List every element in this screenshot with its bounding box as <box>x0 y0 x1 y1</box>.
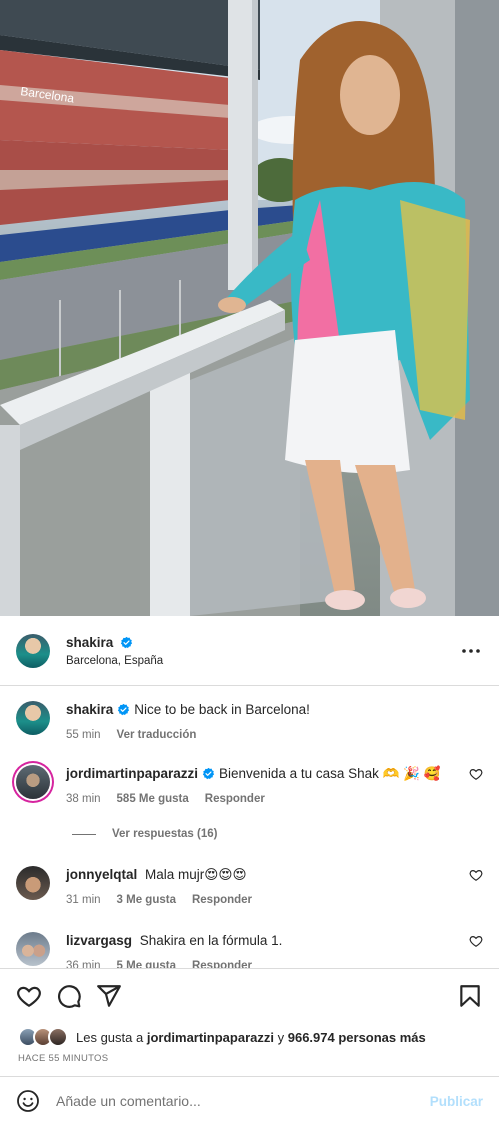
comment-avatar[interactable] <box>16 765 50 799</box>
caption-avatar[interactable] <box>16 701 50 735</box>
post-actions: Les gusta a jordimartinpaparazzi y 966.9… <box>0 968 499 1076</box>
reply-button[interactable]: Responder <box>192 960 252 968</box>
comment-avatar[interactable] <box>16 932 50 966</box>
publish-button[interactable]: Publicar <box>430 1094 483 1109</box>
caption-time[interactable]: 55 min <box>66 729 101 741</box>
reply-button[interactable]: Responder <box>192 894 252 906</box>
comment-likes[interactable]: 585 Me gusta <box>117 793 189 805</box>
comment-text: Shakira en la fórmula 1. <box>139 933 283 948</box>
replies-divider <box>72 833 96 835</box>
comment-text: Bienvenida a tu casa Shak 🫶 🎉 🥰 <box>219 766 441 781</box>
add-comment-bar: Publicar <box>0 1076 499 1125</box>
post-location[interactable]: Barcelona, España <box>66 655 163 667</box>
more-horizontal-icon <box>462 648 480 653</box>
likes-middle: y <box>277 1029 285 1045</box>
likes-summary[interactable]: Les gusta a jordimartinpaparazzi y 966.9… <box>18 1027 426 1047</box>
comments-list[interactable]: shakira Nice to be back in Barcelona! 55… <box>0 687 499 968</box>
comment-item: jonnyelqtal Mala mujr😍😍😍 31 min 3 Me gus… <box>16 866 483 906</box>
post-header: shakira Barcelona, España <box>0 616 499 686</box>
comment-username[interactable]: jonnyelqtal <box>66 867 137 882</box>
likes-prefix: Les gusta a <box>76 1029 144 1045</box>
comment-likes[interactable]: 5 Me gusta <box>117 960 176 968</box>
verified-badge-icon <box>120 636 133 648</box>
comment-bubble-icon[interactable] <box>56 983 82 1009</box>
likes-user[interactable]: jordimartinpaparazzi <box>147 1030 274 1045</box>
caption-username[interactable]: shakira <box>66 702 113 717</box>
comment-time[interactable]: 38 min <box>66 793 101 805</box>
translate-button[interactable]: Ver traducción <box>117 729 197 741</box>
likes-others[interactable]: 966.974 personas más <box>288 1030 426 1045</box>
photo-illustration: Barcelona <box>0 0 499 616</box>
reply-button[interactable]: Responder <box>205 793 265 805</box>
comment-time[interactable]: 36 min <box>66 960 101 968</box>
save-bookmark-icon[interactable] <box>457 983 483 1009</box>
caption-text: Nice to be back in Barcelona! <box>134 702 310 717</box>
like-comment-heart-icon[interactable] <box>469 767 483 781</box>
post-timestamp[interactable]: HACE 55 MINUTOS <box>18 1053 108 1064</box>
verified-badge-icon <box>118 703 130 716</box>
comment-input[interactable] <box>56 1093 422 1109</box>
verified-badge-icon <box>202 767 215 780</box>
comment-username[interactable]: lizvargasg <box>66 933 132 948</box>
post-photo[interactable]: Barcelona <box>0 0 499 616</box>
like-comment-heart-icon[interactable] <box>469 868 483 882</box>
comment-username[interactable]: jordimartinpaparazzi <box>66 766 198 781</box>
more-options-button[interactable] <box>459 639 483 663</box>
author-username[interactable]: shakira <box>66 635 113 650</box>
comment-likes[interactable]: 3 Me gusta <box>117 894 176 906</box>
comment-avatar[interactable] <box>16 866 50 900</box>
share-paper-plane-icon[interactable] <box>96 983 122 1009</box>
caption: shakira Nice to be back in Barcelona! 55… <box>16 701 483 741</box>
view-replies-button[interactable]: Ver respuestas (16) <box>72 828 217 840</box>
like-heart-icon[interactable] <box>16 983 42 1009</box>
emoji-smile-icon[interactable] <box>16 1089 40 1113</box>
comment-text: Mala mujr😍😍😍 <box>145 867 247 882</box>
comment-item: jordimartinpaparazzi Bienvenida a tu cas… <box>16 765 483 805</box>
comment-time[interactable]: 31 min <box>66 894 101 906</box>
like-comment-heart-icon[interactable] <box>469 934 483 948</box>
author-avatar[interactable] <box>16 633 50 668</box>
comment-item: lizvargasg Shakira en la fórmula 1. 36 m… <box>16 932 483 968</box>
liker-avatars <box>18 1027 70 1047</box>
liker-avatar <box>48 1027 68 1047</box>
view-replies-label: Ver respuestas (16) <box>112 828 218 840</box>
